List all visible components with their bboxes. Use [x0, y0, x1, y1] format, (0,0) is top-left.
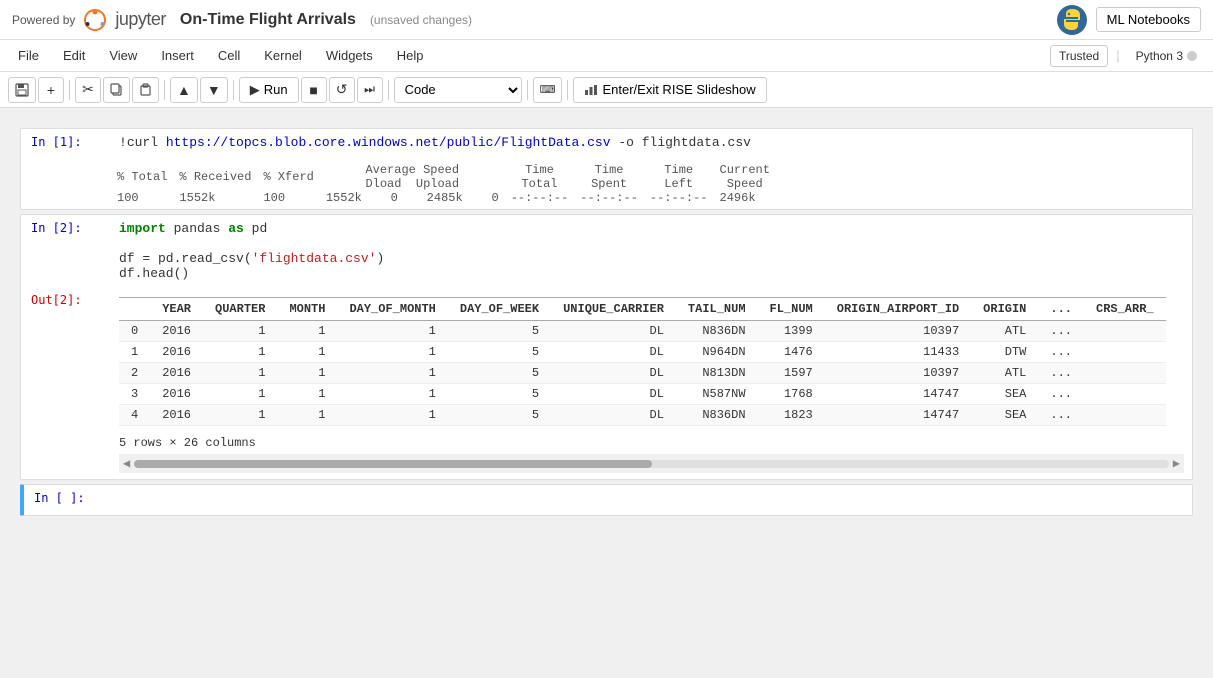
menu-file[interactable]: File	[8, 44, 49, 67]
df-summary: 5 rows × 26 columns	[119, 430, 1184, 454]
toolbar-separator-6	[567, 80, 568, 100]
table-row: 4 2016 1 1 1 5 DL N836DN 1823 14747 SEA	[119, 405, 1166, 426]
cell-1-label: In [1]:	[21, 129, 111, 159]
copy-button[interactable]	[103, 77, 130, 103]
python-icon	[1056, 4, 1088, 36]
cell-1-input[interactable]: !curl https://topcs.blob.core.windows.ne…	[111, 129, 1192, 159]
toolbar-separator-1	[69, 80, 70, 100]
toolbar-separator-4	[388, 80, 389, 100]
save-icon	[15, 83, 29, 97]
save-button[interactable]	[8, 77, 36, 103]
shell-command-prefix: !	[119, 135, 127, 150]
unsaved-changes-label: (unsaved changes)	[370, 13, 472, 27]
toolbar-separator-2	[164, 80, 165, 100]
menu-edit[interactable]: Edit	[53, 44, 95, 67]
code-line-blank	[119, 236, 1184, 251]
jupyter-logo-svg	[83, 8, 107, 32]
ml-notebooks-button[interactable]: ML Notebooks	[1096, 7, 1201, 32]
code-line-import: import pandas as pd	[119, 221, 1184, 236]
table-row: 3 2016 1 1 1 5 DL N587NW 1768 14747 SEA	[119, 384, 1166, 405]
run-button[interactable]: ▶ Run	[239, 77, 299, 103]
run-triangle-icon: ▶	[250, 82, 260, 98]
toolbar-separator-5	[527, 80, 528, 100]
code-cell-3: In [ ]:	[20, 484, 1193, 516]
scroll-right-button[interactable]: ▶	[1169, 456, 1184, 471]
cell-type-select[interactable]: Code Markdown Raw NBConvert	[394, 77, 522, 103]
table-row: 1 2016 1 1 1 5 DL N964DN 1476 11433 DTW	[119, 342, 1166, 363]
scroll-left-button[interactable]: ◀	[119, 456, 134, 471]
trusted-badge: Trusted	[1050, 45, 1108, 67]
menu-insert[interactable]: Insert	[151, 44, 204, 67]
code-line-head: df.head()	[119, 266, 1184, 281]
kernel-info: Python 3	[1128, 46, 1205, 66]
menubar: File Edit View Insert Cell Kernel Widget…	[0, 40, 1213, 72]
notebook: In [1]: !curl https://topcs.blob.core.wi…	[0, 108, 1213, 540]
bar-chart-icon	[584, 84, 598, 96]
shell-command-curl: curl	[127, 135, 166, 150]
jupyter-brand-text: jupyter	[115, 9, 166, 30]
menu-kernel[interactable]: Kernel	[254, 44, 312, 67]
cell-2-output: YEAR QUARTER MONTH DAY_OF_MONTH DAY_OF_W…	[111, 287, 1192, 479]
url-file: FlightData.csv	[501, 135, 610, 150]
toolbar: + ✂ ▲ ▼ ▶ Run ■ ↺ ⏭ Code Markdown Raw NB…	[0, 72, 1213, 108]
cell-1-output: % Total % Received % Xferd Average Speed…	[21, 159, 1192, 209]
horizontal-scrollbar[interactable]: ◀ ▶	[119, 454, 1184, 473]
plus-icon: +	[47, 82, 55, 98]
menu-view[interactable]: View	[99, 44, 147, 67]
keyboard-icon: ⌨	[540, 83, 556, 96]
restart-button[interactable]: ↺	[329, 77, 355, 103]
df-header-row: YEAR QUARTER MONTH DAY_OF_MONTH DAY_OF_W…	[119, 298, 1166, 321]
menu-widgets[interactable]: Widgets	[316, 44, 383, 67]
rise-slideshow-button[interactable]: Enter/Exit RISE Slideshow	[573, 77, 766, 103]
menu-help[interactable]: Help	[387, 44, 434, 67]
stop-button[interactable]: ■	[301, 77, 327, 103]
code-line-read: df = pd.read_csv('flightdata.csv')	[119, 251, 1184, 266]
cut-button[interactable]: ✂	[75, 77, 101, 103]
cell-2-output-row: Out[2]: YEAR QUARTER MONTH DAY_OF_MONTH …	[21, 287, 1192, 479]
topbar: Powered by jupyter On-Time Flight Arriva…	[0, 0, 1213, 40]
toolbar-separator-3	[233, 80, 234, 100]
cell-2-input[interactable]: import pandas as pd df = pd.read_csv('fl…	[111, 215, 1192, 287]
scrollbar-track[interactable]	[134, 460, 1169, 468]
shell-flags: -o flightdata.csv	[611, 135, 751, 150]
notebook-title[interactable]: On-Time Flight Arrivals	[180, 11, 356, 29]
code-cell-1: In [1]: !curl https://topcs.blob.core.wi…	[20, 128, 1193, 210]
add-cell-button[interactable]: +	[38, 77, 64, 103]
cut-icon: ✂	[82, 81, 94, 98]
move-up-button[interactable]: ▲	[170, 77, 198, 103]
table-row: 2 2016 1 1 1 5 DL N813DN 1597 10397 ATL	[119, 363, 1166, 384]
dataframe-table: YEAR QUARTER MONTH DAY_OF_MONTH DAY_OF_W…	[119, 297, 1166, 426]
fast-forward-button[interactable]: ⏭	[357, 77, 383, 103]
cell-2-input-row: In [2]: import pandas as pd df = pd.read…	[21, 215, 1192, 287]
cell-3-input[interactable]	[114, 485, 1192, 515]
kernel-status-circle	[1187, 51, 1197, 61]
curl-data-row: 100 1552k 100 1552k 0 2485k 0 --:--:-- -…	[111, 191, 776, 205]
powered-by-text: Powered by	[12, 13, 75, 27]
scrollbar-thumb[interactable]	[134, 460, 651, 468]
cell-1-input-row: In [1]: !curl https://topcs.blob.core.wi…	[21, 129, 1192, 159]
keyboard-shortcut-button[interactable]: ⌨	[533, 77, 563, 103]
cell-3-input-row: In [ ]:	[24, 485, 1192, 515]
curl-output-table: % Total % Received % Xferd Average Speed…	[111, 163, 776, 205]
paste-button[interactable]	[132, 77, 159, 103]
cell-2-label: In [2]:	[21, 215, 111, 287]
cell-2-out-label: Out[2]:	[21, 287, 111, 479]
move-down-button[interactable]: ▼	[200, 77, 228, 103]
jupyter-logo	[83, 8, 107, 32]
copy-icon	[110, 83, 123, 96]
url-https: https://topcs.blob.core.windows.net/publ…	[166, 135, 501, 150]
table-row: 0 2016 1 1 1 5 DL N836DN 1399 10397 ATL	[119, 321, 1166, 342]
dataframe-scroll-container[interactable]: YEAR QUARTER MONTH DAY_OF_MONTH DAY_OF_W…	[119, 293, 1184, 430]
paste-icon	[139, 83, 152, 96]
menu-cell[interactable]: Cell	[208, 44, 250, 67]
cell-3-label: In [ ]:	[24, 485, 114, 515]
curl-header-row: % Total % Received % Xferd Average Speed…	[111, 163, 776, 191]
code-cell-2: In [2]: import pandas as pd df = pd.read…	[20, 214, 1193, 480]
